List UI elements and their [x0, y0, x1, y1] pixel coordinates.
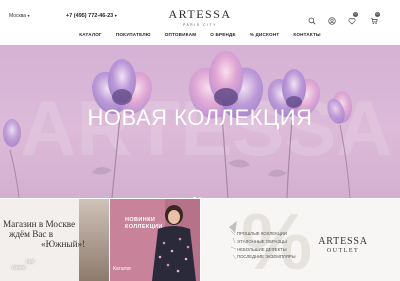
user-icon[interactable]: [328, 12, 338, 25]
heart-icon: [348, 18, 356, 25]
slider-dots: [193, 187, 205, 198]
outlet-features: ПРОШЛЫЕ КОЛЛЕКЦИИ ЭТАЛОННЫЕ ОБРАЗЦЫ НЕБО…: [237, 230, 296, 261]
main-nav: КАТАЛОГ ПОКУПАТЕЛЮ ОПТОВИКАМ О БРЕНДЕ % ДИСК…: [0, 32, 400, 41]
search-icon[interactable]: [308, 12, 318, 25]
hero-banner[interactable]: ARTESSA НОВАЯ КОЛЛЕКЦИЯ: [0, 45, 400, 198]
shop-line-1: Магазин в Москве: [3, 219, 76, 229]
cart-button[interactable]: 0: [370, 12, 380, 25]
outlet-logo: ARTESSA OUTLET: [316, 236, 370, 254]
header-icons: 0 0: [308, 12, 388, 25]
outlet-feature: ПРОШЛЫЕ КОЛЛЕКЦИИ: [237, 231, 287, 236]
nav-item-wholesale[interactable]: ОПТОВИКАМ: [165, 32, 197, 37]
nav-item-catalog[interactable]: КАТАЛОГ: [79, 32, 102, 37]
outlet-feature: ПОСЛЕДНИЕ ЭКЗЕМПЛЯРЫ: [237, 254, 296, 260]
outlet-tile[interactable]: % ПРОШЛЫЕ КОЛЛЕКЦИИ ЭТАЛОННЫЕ ОБРАЗЦЫ НЕ…: [201, 199, 400, 281]
wishlist-button[interactable]: 0: [348, 12, 358, 25]
outlet-feature: ЭТАЛОННЫЕ ОБРАЗЦЫ: [237, 238, 287, 244]
cart-count: 0: [375, 12, 380, 17]
slider-dot[interactable]: [193, 197, 196, 198]
cart-icon: [370, 17, 378, 25]
nav-item-discount[interactable]: % ДИСКОНТ: [250, 32, 280, 37]
outlet-feature: НЕБОЛЬШИЕ ДЕФЕКТЫ: [237, 246, 287, 252]
logo-subtext: PARIS CITY: [182, 23, 218, 27]
shop-line-3: «Южный»!: [41, 239, 86, 249]
shop-tile-title: Магазин в Москве ждём Вас в «Южный»!: [3, 219, 85, 249]
catalog-tile-title: НОВИНКИ КОЛЛЕКЦИИ: [125, 217, 163, 230]
shop-line-2: ждём Вас в: [9, 229, 54, 239]
nav-item-customers[interactable]: ПОКУПАТЕЛЮ: [116, 32, 151, 37]
nav-item-contacts[interactable]: КОНТАКТЫ: [293, 32, 320, 37]
catalog-title-line-2: КОЛЛЕКЦИИ: [125, 223, 163, 230]
hero-title: НОВАЯ КОЛЛЕКЦИЯ: [87, 105, 313, 130]
outlet-logo-subtext: OUTLET: [326, 248, 360, 254]
wishlist-count: 0: [353, 12, 358, 17]
shop-caption: ние изине: [12, 259, 34, 271]
slider-dot[interactable]: [199, 197, 202, 198]
shop-tile[interactable]: Магазин в Москве ждём Вас в «Южный»! ние…: [0, 199, 109, 281]
outlet-logo-text: ARTESSA: [318, 236, 368, 247]
catalog-caption: Каталог: [113, 266, 132, 272]
nav-item-about[interactable]: О БРЕНДЕ: [210, 32, 236, 37]
shop-caption-line-2: изине: [12, 265, 26, 271]
promo-tiles: Магазин в Москве ждём Вас в «Южный»! ние…: [0, 199, 400, 281]
catalog-tile[interactable]: НОВИНКИ КОЛЛЕКЦИИ Каталог: [110, 199, 200, 281]
header: Москва ▾ +7 (495) 772-46-23 ▾ ARTESSA PA…: [0, 0, 400, 31]
outlet-background: %: [229, 199, 312, 281]
